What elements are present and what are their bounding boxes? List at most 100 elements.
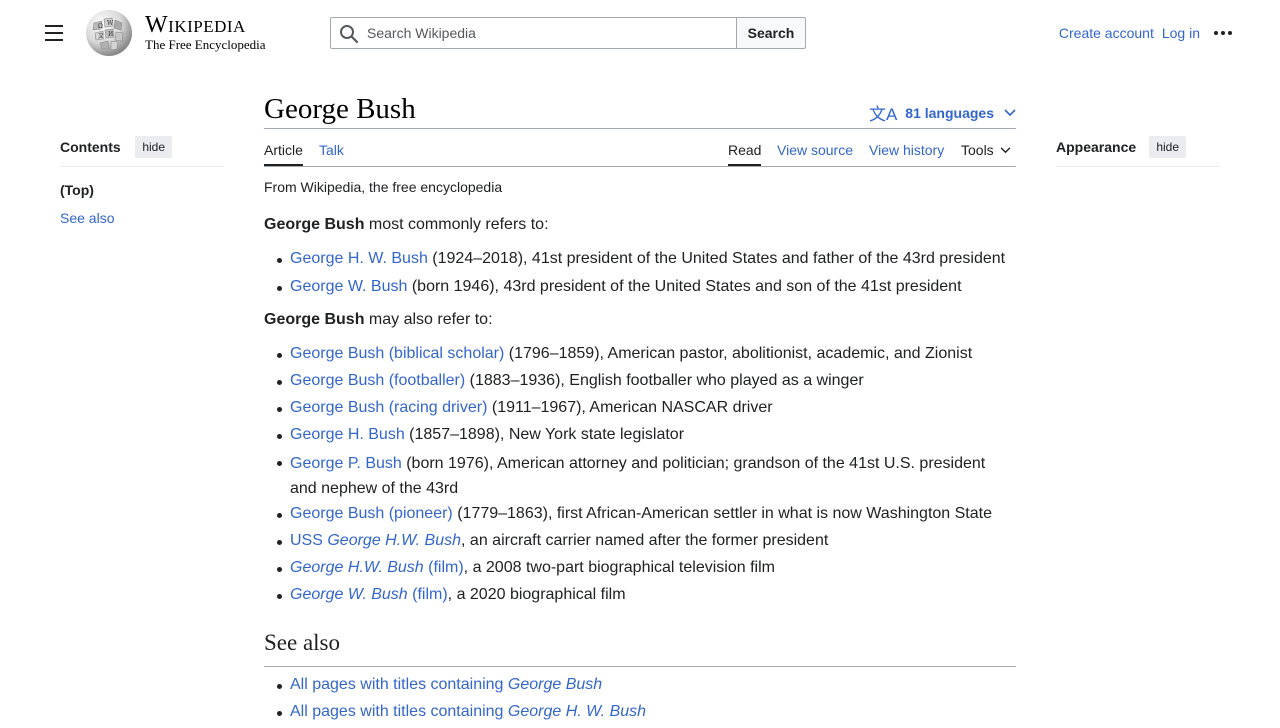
list-item-link[interactable]: George W. Bush — [290, 278, 407, 295]
wikipedia-tagline: The Free Encyclopedia — [145, 37, 266, 52]
list-item-desc: (1857–1898), New York state legislator — [404, 426, 685, 443]
list-item-desc: , a 2020 biographical film — [447, 586, 626, 603]
list-item: George Bush (biblical scholar) (1796–185… — [277, 343, 1016, 365]
toc-item-see-also[interactable]: See also — [60, 210, 224, 226]
dot — [1228, 31, 1232, 35]
link-prefix: USS — [290, 532, 328, 549]
toc-title: Contents — [60, 139, 121, 155]
languages-label: 81 languages — [905, 104, 994, 121]
page-title: George Bush — [264, 93, 416, 125]
tab-tools[interactable]: Tools — [961, 142, 1011, 166]
intro-paragraph: George Bush may also refer to: — [264, 309, 493, 331]
list-item: George Bush (footballer) (1883–1936), En… — [277, 370, 1016, 392]
list-item: George W. Bush (film), a 2020 biographic… — [277, 584, 1016, 606]
tab-view-history[interactable]: View history — [869, 142, 944, 166]
dot — [1214, 31, 1218, 35]
tab-article[interactable]: Article — [264, 142, 303, 166]
user-links: Create account Log in — [1051, 24, 1232, 42]
list-item-link[interactable]: George H. W. Bush — [290, 250, 428, 267]
primary-list: George H. W. Bush (1924–2018), 41st pres… — [264, 248, 1005, 304]
list-item: George Bush (pioneer) (1779–1863), first… — [277, 503, 1016, 525]
link-prefix: All pages with titles containing — [290, 676, 508, 693]
menu-icon-bar — [45, 25, 63, 27]
list-item-link[interactable]: George Bush (racing driver) — [290, 399, 487, 416]
list-item-link[interactable]: George Bush (footballer) — [290, 372, 465, 389]
appearance-hide-button[interactable]: hide — [1149, 136, 1186, 158]
list-item-desc: (born 1946), 43rd president of the Unite… — [407, 278, 962, 295]
list-item: USS George H.W. Bush, an aircraft carrie… — [277, 530, 1016, 552]
list-item-desc: (1779–1863), first African-American sett… — [452, 505, 992, 522]
see-also-heading: See also — [264, 628, 1016, 667]
dot — [1221, 31, 1225, 35]
table-of-contents: Contents hide (Top) See also — [60, 136, 224, 226]
toc-header: Contents hide — [60, 136, 224, 167]
intro-text: may also refer to: — [364, 311, 493, 328]
toc-hide-button[interactable]: hide — [135, 136, 172, 158]
page-tabs: Article Talk Read View source View histo… — [264, 136, 1016, 167]
link-prefix: All pages with titles containing — [290, 703, 508, 720]
list-item-link[interactable]: George H.W. Bush (film) — [290, 559, 464, 576]
link-suffix: (film) — [407, 586, 448, 603]
list-item-link[interactable]: USS George H.W. Bush — [290, 532, 461, 549]
appearance-title: Appearance — [1056, 139, 1137, 155]
link-italic: George H.W. Bush — [327, 532, 462, 549]
svg-text:Ω: Ω — [98, 23, 103, 30]
list-item-desc: , a 2008 two-part biographical televisio… — [463, 559, 775, 576]
intro-text: most commonly refers to: — [364, 216, 549, 233]
list-item: George H. Bush (1857–1898), New York sta… — [277, 424, 1016, 446]
list-item: George H.W. Bush (film), a 2008 two-part… — [277, 557, 1016, 579]
translate-icon: 文A — [868, 105, 898, 124]
bold-term: George Bush — [264, 216, 365, 233]
list-item-link[interactable]: George W. Bush (film) — [290, 586, 448, 603]
list-item-link[interactable]: George P. Bush — [290, 455, 402, 472]
bold-term: George Bush — [264, 311, 365, 328]
list-item: George P. Bush (born 1976), American att… — [277, 451, 1016, 501]
appearance-header: Appearance hide — [1056, 136, 1220, 167]
log-in-link[interactable]: Log in — [1162, 25, 1200, 41]
more-options-icon[interactable] — [1214, 24, 1232, 42]
list-item-link[interactable]: George Bush (pioneer) — [290, 505, 453, 522]
svg-text:И: И — [108, 31, 113, 38]
appearance-panel: Appearance hide — [1056, 136, 1220, 167]
wikipedia-logo[interactable]: Ω W И 文 Wikipedia The Free Encyclopedia — [84, 9, 274, 57]
link-italic: George H. W. Bush — [507, 703, 647, 720]
tab-talk[interactable]: Talk — [319, 142, 344, 166]
languages-button[interactable]: 文A 81 languages — [869, 100, 1016, 125]
search-box[interactable] — [330, 17, 738, 49]
svg-text:文: 文 — [98, 32, 104, 40]
link-suffix: (film) — [423, 559, 464, 576]
list-item-desc: (1924–2018), 41st president of the Unite… — [427, 250, 1006, 267]
link-italic: George H.W. Bush — [290, 559, 424, 576]
search-input[interactable] — [367, 18, 727, 48]
list-item-desc: (1883–1936), English footballer who play… — [465, 372, 864, 389]
intro-paragraph: George Bush most commonly refers to: — [264, 214, 549, 236]
chevron-down-icon — [1000, 146, 1011, 153]
list-item-link[interactable]: George Bush (biblical scholar) — [290, 345, 504, 362]
link-italic: George Bush — [507, 676, 603, 693]
tab-view-source[interactable]: View source — [777, 142, 853, 166]
list-item: All pages with titles containing George … — [276, 674, 646, 696]
tools-label: Tools — [961, 142, 994, 158]
list-item: George H. W. Bush (1924–2018), 41st pres… — [276, 248, 1006, 270]
svg-text:W: W — [107, 20, 114, 27]
toc-item-top[interactable]: (Top) — [60, 182, 224, 198]
create-account-link[interactable]: Create account — [1059, 25, 1154, 41]
title-divider — [264, 128, 1016, 129]
wikipedia-wordmark: Wikipedia — [145, 12, 246, 38]
search-button[interactable]: Search — [736, 17, 806, 49]
wikipedia-globe-logo: Ω W И 文 — [86, 10, 132, 56]
list-item: George W. Bush (born 1946), 43rd preside… — [276, 276, 1005, 298]
list-item-desc: , an aircraft carrier named after the fo… — [461, 532, 829, 549]
secondary-list: George Bush (biblical scholar) (1796–185… — [264, 343, 1016, 611]
chevron-down-icon — [1004, 108, 1016, 116]
site-subtitle: From Wikipedia, the free encyclopedia — [264, 179, 503, 195]
list-item-link[interactable]: All pages with titles containing George … — [290, 703, 646, 720]
menu-icon-bar — [45, 39, 63, 41]
list-item-desc: (1911–1967), American NASCAR driver — [487, 399, 773, 416]
link-italic: George W. Bush — [290, 586, 408, 603]
list-item-link[interactable]: All pages with titles containing George … — [290, 676, 602, 693]
main-menu-button[interactable] — [40, 20, 68, 46]
list-item-link[interactable]: George H. Bush — [290, 426, 405, 443]
list-item: George Bush (racing driver) (1911–1967),… — [277, 397, 1016, 419]
tab-read[interactable]: Read — [728, 142, 762, 166]
